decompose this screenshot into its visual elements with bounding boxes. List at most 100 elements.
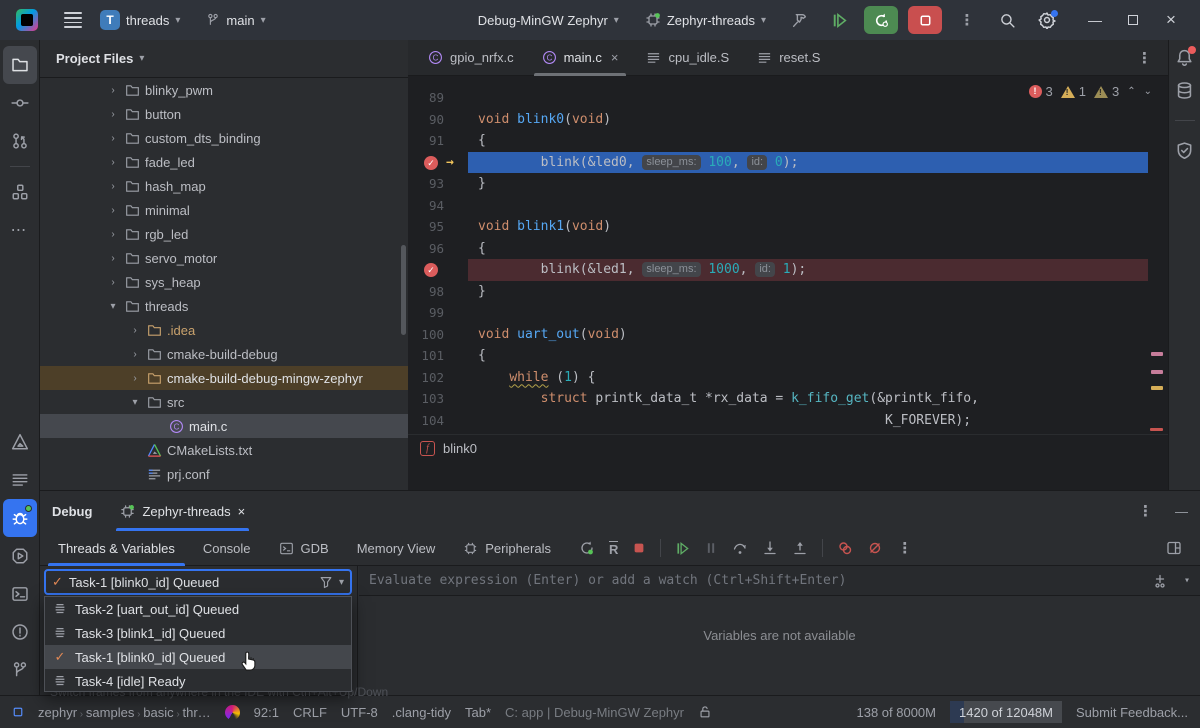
breakpoint-icon[interactable]: ✓	[424, 263, 438, 277]
reset-button[interactable]: R	[609, 541, 618, 556]
code-line-98[interactable]: 98}	[408, 281, 1148, 303]
breadcrumb-function[interactable]: blink0	[443, 441, 477, 456]
code-line-94[interactable]: 94	[408, 195, 1148, 217]
breadcrumb-segment[interactable]: samples	[86, 705, 134, 720]
tree-chevron-icon[interactable]: ›	[106, 205, 120, 216]
tree-chevron-icon[interactable]: ›	[128, 325, 142, 336]
tree-item-blinky-pwm[interactable]: ›blinky_pwm	[40, 78, 408, 102]
thread-selector-combobox[interactable]: ✓ Task-1 [blink0_id] Queued ▾	[44, 569, 352, 595]
tree-item-cmake-build-debug-mingw-zephyr[interactable]: ›cmake-build-debug-mingw-zephyr	[40, 366, 408, 390]
debug-options-menu[interactable]: ⋮	[1138, 502, 1153, 520]
settings-button[interactable]	[1032, 5, 1062, 35]
tree-chevron-icon[interactable]: ›	[106, 109, 120, 120]
tree-item-servo-motor[interactable]: ›servo_motor	[40, 246, 408, 270]
code-line-92[interactable]: ✓→ blink(&led0, sleep_ms: 100, id: 0);	[408, 152, 1148, 174]
debug-session-selector[interactable]: Zephyr-threads ▾	[637, 8, 774, 32]
maximize-window-button[interactable]	[1114, 0, 1152, 40]
services-tool-button[interactable]	[3, 537, 37, 575]
debug-session-tab[interactable]: Zephyr-threads ×	[116, 491, 249, 531]
editor-tab-gpio-nrfx-c[interactable]: Cgpio_nrfx.c	[414, 40, 528, 76]
layout-settings-button[interactable]	[1166, 540, 1182, 556]
step-out-button[interactable]	[792, 540, 808, 556]
code-line-101[interactable]: 101{	[408, 345, 1148, 367]
tree-chevron-icon[interactable]: ▾	[128, 397, 142, 408]
evaluate-expression-field[interactable]: Evaluate expression (Enter) or add a wat…	[359, 566, 1200, 596]
tree-item-minimal[interactable]: ›minimal	[40, 198, 408, 222]
cmake-tool-button[interactable]	[3, 423, 37, 461]
tree-chevron-icon[interactable]: ›	[128, 373, 142, 384]
breadcrumb-segment[interactable]: zephyr	[38, 705, 77, 720]
tree-chevron-icon[interactable]: ›	[106, 181, 120, 192]
thread-option[interactable]: ✓Task-1 [blink0_id] Queued	[45, 645, 351, 669]
structure-tool-button[interactable]	[3, 173, 37, 211]
workspace-icon[interactable]	[12, 706, 24, 718]
thread-option[interactable]: Task-4 [idle] Ready	[45, 669, 351, 693]
mute-breakpoints-button[interactable]	[867, 540, 883, 556]
close-icon[interactable]: ×	[238, 504, 246, 519]
hide-panel-button[interactable]: —	[1175, 504, 1188, 519]
tree-item--idea[interactable]: ›.idea	[40, 318, 408, 342]
breadcrumb-segment[interactable]: basic	[143, 705, 173, 720]
clang-tidy-status[interactable]: .clang-tidy	[392, 705, 451, 720]
resume-button-small[interactable]	[675, 541, 690, 556]
project-tool-button[interactable]	[3, 46, 37, 84]
filter-icon[interactable]	[319, 575, 333, 589]
search-everywhere-button[interactable]	[992, 5, 1022, 35]
tree-chevron-icon[interactable]: ›	[106, 229, 120, 240]
notifications-button[interactable]	[1175, 48, 1194, 67]
qodana-shield-button[interactable]	[1175, 141, 1194, 160]
minimize-window-button[interactable]: —	[1076, 0, 1114, 40]
tree-item-fade-led[interactable]: ›fade_led	[40, 150, 408, 174]
tree-chevron-icon[interactable]: ›	[106, 133, 120, 144]
run-configuration-selector[interactable]: Debug-MinGW Zephyr ▾	[470, 9, 627, 32]
tree-item-cmake-build-debug[interactable]: ›cmake-build-debug	[40, 342, 408, 366]
rerun-debug-button[interactable]	[864, 6, 898, 34]
tree-item-cmakelists-txt[interactable]: CMakeLists.txt	[40, 438, 408, 462]
tree-item-src[interactable]: ▾src	[40, 390, 408, 414]
commit-tool-button[interactable]	[3, 84, 37, 122]
heap-indicator[interactable]: 138 of 8000M	[856, 705, 936, 720]
next-problem-icon[interactable]: ⌄	[1144, 86, 1152, 97]
status-breadcrumbs[interactable]: zephyr › samples › basic › thr…	[38, 705, 211, 720]
step-into-button[interactable]	[762, 540, 778, 556]
debug-tool-button[interactable]	[3, 499, 37, 537]
resume-program-button[interactable]	[824, 5, 854, 35]
code-line-95[interactable]: 95void blink1(void)	[408, 216, 1148, 238]
tree-chevron-icon[interactable]: ›	[106, 85, 120, 96]
build-button[interactable]	[784, 5, 814, 35]
line-separator[interactable]: CRLF	[293, 705, 327, 720]
project-scrollbar[interactable]	[401, 245, 406, 335]
pause-button[interactable]	[704, 541, 718, 555]
indent-status[interactable]: Tab*	[465, 705, 491, 720]
tree-item-threads[interactable]: ▾threads	[40, 294, 408, 318]
tree-chevron-icon[interactable]: ›	[128, 349, 142, 360]
main-menu-icon[interactable]	[64, 12, 82, 27]
tree-chevron-icon[interactable]: ›	[106, 253, 120, 264]
memory-indicator[interactable]: 1420 of 12048M	[950, 701, 1062, 723]
code-line-99[interactable]: 99	[408, 302, 1148, 324]
tab-options-menu[interactable]: ⋮	[1127, 49, 1162, 67]
tree-item-hash-map[interactable]: ›hash_map	[40, 174, 408, 198]
step-over-button[interactable]	[732, 540, 748, 556]
code-line-102[interactable]: 102 while (1) {	[408, 367, 1148, 389]
project-widget[interactable]: T threads ▾	[92, 6, 188, 34]
terminal-tool-button[interactable]	[3, 575, 37, 613]
breadcrumb-segment[interactable]: thr…	[182, 705, 210, 720]
problems-tool-button[interactable]	[3, 613, 37, 651]
debug-tab-threads-variables[interactable]: Threads & Variables	[44, 531, 189, 566]
pull-requests-tool-button[interactable]	[3, 122, 37, 160]
code-line-96[interactable]: 96{	[408, 238, 1148, 260]
code-line-104[interactable]: 104 K_FOREVER);	[408, 410, 1148, 432]
project-panel-title[interactable]: Project Files	[56, 51, 133, 66]
stop-button[interactable]	[908, 6, 942, 34]
breakpoint-icon[interactable]: ✓	[424, 156, 438, 170]
tree-chevron-icon[interactable]: ›	[106, 157, 120, 168]
debug-tab-memory-view[interactable]: Memory View	[343, 531, 450, 566]
debug-tab-console[interactable]: Console	[189, 531, 265, 566]
rerun-button[interactable]	[579, 540, 595, 556]
code-line-91[interactable]: 91{	[408, 130, 1148, 152]
unlocked-padlock-icon[interactable]	[698, 705, 712, 719]
more-tool-windows-button[interactable]: ⋯	[3, 211, 37, 249]
code-line-93[interactable]: 93}	[408, 173, 1148, 195]
tree-item-main-c[interactable]: Cmain.c	[40, 414, 408, 438]
